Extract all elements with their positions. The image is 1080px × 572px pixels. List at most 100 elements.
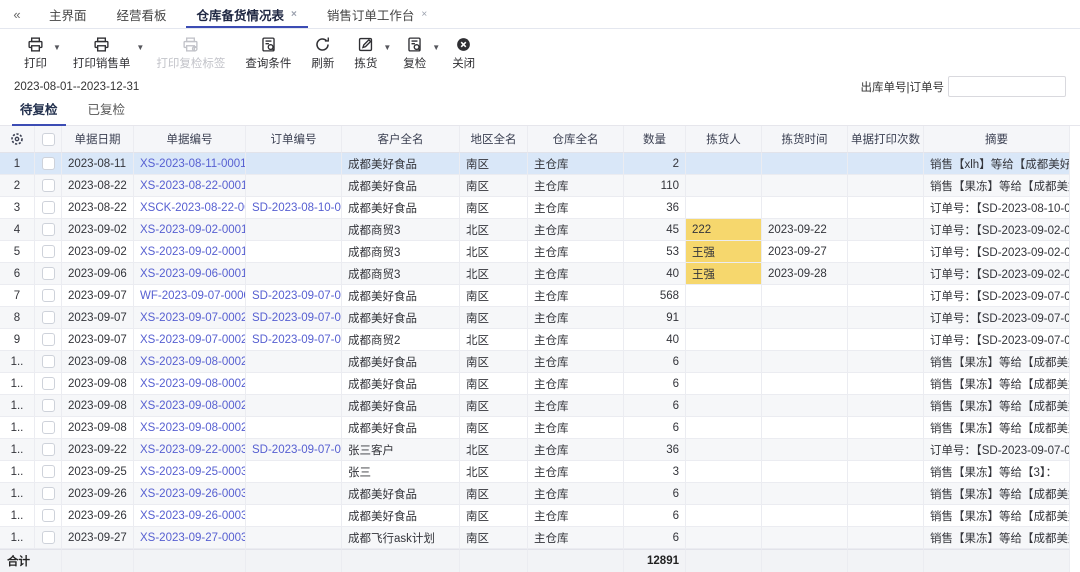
table-row[interactable]: 1.. 2023-09-08 XS-2023-09-08-00025 成都美好食品 南区… [0,373,1070,395]
col-picker[interactable]: 拣货人 [686,126,762,153]
close-tab-icon[interactable]: × [291,9,297,20]
query-conditions-button[interactable]: 查询条件 [235,36,301,71]
tab-pending-recheck[interactable]: 待复检 [12,99,65,126]
row-checkbox[interactable] [35,417,62,439]
checkbox[interactable] [41,509,55,522]
table-row[interactable]: 8 2023-09-07 XS-2023-09-07-00022 SD-2023-09… [0,307,1070,329]
row-checkbox[interactable] [35,153,62,175]
row-checkbox[interactable] [35,373,62,395]
checkbox[interactable] [41,531,55,544]
checkbox[interactable] [41,179,55,192]
checkbox[interactable] [41,157,55,170]
col-customer-name[interactable]: 客户全名 [342,126,460,153]
order-number-link[interactable]: SD-2023-09-07-00009 [246,285,342,307]
order-number-link[interactable]: SD-2023-09-07-00014 [246,329,342,351]
table-row[interactable]: 9 2023-09-07 XS-2023-09-07-00023 SD-2023-09… [0,329,1070,351]
close-button[interactable]: 关闭 [442,36,485,71]
recheck-button[interactable]: 复检 [393,36,436,71]
print-sales-order-dropdown-icon[interactable]: ▼ [136,36,144,52]
pick-goods-dropdown-icon[interactable]: ▼ [383,36,391,52]
doc-number-link[interactable]: XS-2023-09-07-00023 [134,329,246,351]
col-pick-time[interactable]: 拣货时间 [762,126,848,153]
checkbox[interactable] [41,333,55,346]
checkbox[interactable] [41,443,55,456]
row-checkbox[interactable] [35,351,62,373]
col-print-count[interactable]: 单据打印次数 [848,126,924,153]
print-sales-order-button[interactable]: 打印销售单 [63,36,141,71]
column-settings-gear-icon[interactable] [0,126,35,153]
tab-business-dashboard[interactable]: 经营看板 [102,0,182,28]
row-checkbox[interactable] [35,461,62,483]
doc-number-link[interactable]: WF-2023-09-07-00003 [134,285,246,307]
checkbox[interactable] [41,487,55,500]
row-checkbox[interactable] [35,219,62,241]
doc-number-link[interactable]: XS-2023-09-02-00017 [134,241,246,263]
row-checkbox[interactable] [35,505,62,527]
row-checkbox[interactable] [35,175,62,197]
col-quantity[interactable]: 数量 [624,126,686,153]
print-button[interactable]: 打印 [14,36,57,71]
table-row[interactable]: 2 2023-08-22 XS-2023-08-22-00014 成都美好食品 南区 主仓… [0,175,1070,197]
checkbox[interactable] [41,311,55,324]
order-number-link[interactable]: SD-2023-08-10-00002 [246,197,342,219]
order-number-link[interactable]: SD-2023-09-07-00017 [246,307,342,329]
checkbox[interactable] [41,465,55,478]
checkbox[interactable] [41,245,55,258]
doc-number-link[interactable]: XS-2023-09-26-00032 [134,483,246,505]
row-checkbox[interactable] [35,285,62,307]
table-row[interactable]: 1.. 2023-09-08 XS-2023-09-08-00026 成都美好食品 南区… [0,395,1070,417]
pick-goods-button[interactable]: 拣货 [344,36,387,71]
table-row[interactable]: 1 2023-08-11 XS-2023-08-11-00013 成都美好食品 南区 主仓… [0,153,1070,175]
checkbox[interactable] [41,289,55,302]
table-row[interactable]: 5 2023-09-02 XS-2023-09-02-00017 成都商贸3 北区 主仓库… [0,241,1070,263]
doc-number-link[interactable]: XS-2023-09-08-00026 [134,395,246,417]
doc-number-link[interactable]: XS-2023-09-22-00030 [134,439,246,461]
col-order-number[interactable]: 订单编号 [246,126,342,153]
checkbox[interactable] [41,421,55,434]
col-doc-date[interactable]: 单据日期 [62,126,134,153]
doc-number-link[interactable]: XS-2023-09-08-00027 [134,417,246,439]
checkbox[interactable] [41,399,55,412]
col-region-name[interactable]: 地区全名 [460,126,528,153]
doc-number-link[interactable]: XS-2023-09-26-00033 [134,505,246,527]
table-row[interactable]: 7 2023-09-07 WF-2023-09-07-00003 SD-2023-09… [0,285,1070,307]
checkbox[interactable] [41,267,55,280]
refresh-button[interactable]: 刷新 [301,36,344,71]
row-checkbox[interactable] [35,263,62,285]
tab-rechecked[interactable]: 已复检 [86,99,128,125]
table-row[interactable]: 1.. 2023-09-08 XS-2023-09-08-00027 成都美好食品 南区… [0,417,1070,439]
row-checkbox[interactable] [35,483,62,505]
doc-number-link[interactable]: XS-2023-09-08-00025 [134,373,246,395]
doc-number-link[interactable]: XS-2023-09-06-00018 [134,263,246,285]
date-range-filter[interactable]: 2023-08-01--2023-12-31 [14,81,139,93]
row-checkbox[interactable] [35,197,62,219]
select-all-checkbox[interactable] [35,126,62,153]
checkbox[interactable] [41,201,55,214]
checkbox[interactable] [41,223,55,236]
checkbox[interactable] [41,377,55,390]
doc-number-link[interactable]: XS-2023-09-27-00034 [134,527,246,549]
row-checkbox[interactable] [35,439,62,461]
tab-main-screen[interactable]: 主界面 [34,0,102,28]
row-checkbox[interactable] [35,241,62,263]
doc-number-link[interactable]: XSCK-2023-08-22-00001 [134,197,246,219]
close-tab-icon[interactable]: × [421,9,427,20]
col-summary[interactable]: 摘要 [924,126,1070,153]
print-dropdown-icon[interactable]: ▼ [53,36,61,52]
order-number-link[interactable]: SD-2023-09-07-00005 [246,439,342,461]
doc-number-link[interactable]: XS-2023-08-11-00013 [134,153,246,175]
row-checkbox[interactable] [35,307,62,329]
table-row[interactable]: 1.. 2023-09-22 XS-2023-09-22-00030 SD-2023-… [0,439,1070,461]
table-row[interactable]: 1.. 2023-09-27 XS-2023-09-27-00034 成都飞行ask计… [0,527,1070,549]
table-row[interactable]: 4 2023-09-02 XS-2023-09-02-00016 成都商贸3 北区 主仓库… [0,219,1070,241]
tab-sales-order-workbench[interactable]: 销售订单工作台 × [312,0,442,28]
table-row[interactable]: 6 2023-09-06 XS-2023-09-06-00018 成都商贸3 北区 主仓库… [0,263,1070,285]
collapse-sidebar-icon[interactable]: « [0,0,34,28]
col-warehouse-name[interactable]: 仓库全名 [528,126,624,153]
col-doc-number[interactable]: 单据编号 [134,126,246,153]
table-row[interactable]: 1.. 2023-09-26 XS-2023-09-26-00032 成都美好食品 南区… [0,483,1070,505]
table-row[interactable]: 1.. 2023-09-26 XS-2023-09-26-00033 成都美好食品 南区… [0,505,1070,527]
checkbox[interactable] [41,355,55,368]
table-row[interactable]: 3 2023-08-22XSCK-2023-08-22-00001SD-2023-… [0,197,1070,219]
doc-number-link[interactable]: XS-2023-09-02-00016 [134,219,246,241]
